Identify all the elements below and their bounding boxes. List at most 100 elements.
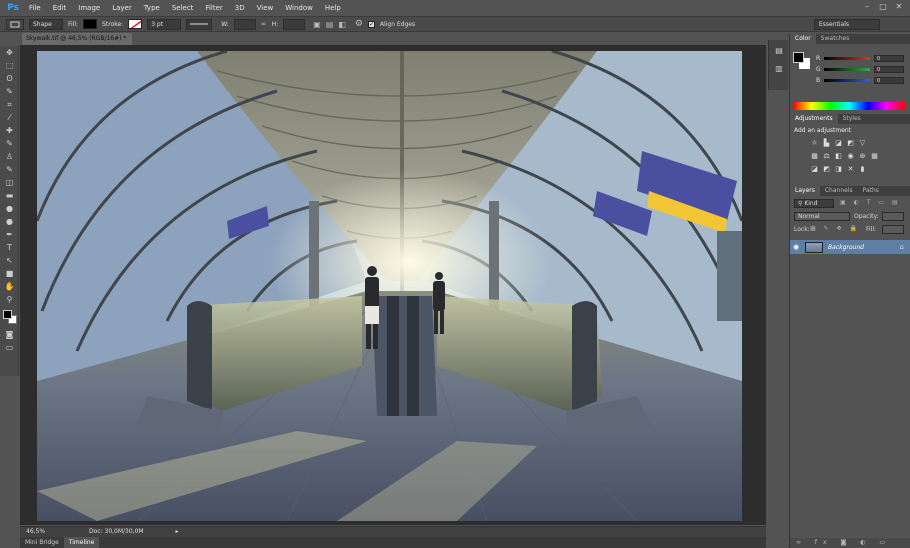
invert-icon[interactable]: ◪ [810,165,819,173]
eye-icon[interactable]: ◉ [790,243,802,251]
align-edges-checkbox[interactable]: ✓ [367,20,375,28]
posterize-icon[interactable]: ◩ [822,165,831,173]
layer-filter-select[interactable]: ⚲ Kind [794,199,834,208]
tool-preset-picker[interactable] [6,18,24,30]
pen-icon[interactable]: ✒ [0,228,19,241]
dodge-icon[interactable]: ● [0,215,19,228]
tab-styles[interactable]: Styles [838,114,866,124]
tab-mini-bridge[interactable]: Mini Bridge [20,537,64,548]
foreground-color-swatch[interactable] [3,310,12,319]
levels-icon[interactable]: ▙ [822,139,831,147]
quick-select-icon[interactable]: ✎ [0,85,19,98]
curves-icon[interactable]: ◪ [834,139,843,147]
height-field[interactable] [283,18,306,30]
gear-icon[interactable]: ⚙ [355,19,363,29]
brush-icon[interactable]: ✎ [0,137,19,150]
color-balance-icon[interactable]: ⚖ [822,152,831,160]
blue-value[interactable]: 0 [874,76,904,84]
stroke-swatch[interactable] [128,19,143,29]
link-icon[interactable]: ∞ [261,20,267,28]
maximize-button[interactable]: □ [876,1,890,13]
menu-layer[interactable]: Layer [106,0,138,16]
exposure-icon[interactable]: ◩ [846,139,855,147]
path-align-icon[interactable]: ▤ [326,20,334,29]
lasso-icon[interactable]: ʘ [0,72,19,85]
minimize-button[interactable]: – [860,1,874,13]
blur-icon[interactable]: ● [0,202,19,215]
panel-fg-swatch[interactable] [793,52,804,63]
photo-filter-icon[interactable]: ◉ [846,152,855,160]
tab-timeline[interactable]: Timeline [63,537,100,548]
channel-mixer-icon[interactable]: ⊛ [858,152,867,160]
blue-slider[interactable] [824,78,870,82]
tab-layers[interactable]: Layers [790,186,820,196]
menu-file[interactable]: File [23,0,47,16]
stroke-type-select[interactable] [186,18,213,30]
zoom-level[interactable]: 46,5% [26,528,45,535]
type-icon[interactable]: T [0,241,19,254]
tab-paths[interactable]: Paths [858,186,884,196]
stroke-width-field[interactable]: 3 pt [147,18,182,30]
menu-select[interactable]: Select [166,0,200,16]
eraser-icon[interactable]: ◫ [0,176,19,189]
menu-3d[interactable]: 3D [229,0,251,16]
menu-type[interactable]: Type [138,0,166,16]
gradient-icon[interactable]: ▬ [0,189,19,202]
gradient-map-icon[interactable]: ▮ [858,165,867,173]
document-tab[interactable]: Skywalk.tif @ 46,5% (RGB/16#) * × [22,33,132,54]
green-value[interactable]: 0 [874,65,904,73]
green-slider[interactable] [824,67,870,71]
menu-image[interactable]: Image [72,0,106,16]
red-value[interactable]: 0 [874,54,904,62]
fill-swatch[interactable] [83,19,98,29]
marquee-icon[interactable]: ⬚ [0,59,19,72]
fill-field[interactable] [882,225,904,234]
menu-help[interactable]: Help [319,0,347,16]
stamp-icon[interactable]: ♙ [0,150,19,163]
width-field[interactable] [233,18,256,30]
quick-mask-icon[interactable]: ◙ [0,328,19,341]
hand-icon[interactable]: ✋ [0,280,19,293]
path-ops-icon[interactable]: ▣ [313,20,321,29]
workspace-select[interactable]: Essentials [814,19,880,30]
doc-info[interactable]: Doc: 30,0M/30,0M [89,528,144,535]
photo-canvas[interactable] [37,51,742,521]
healing-icon[interactable]: ✚ [0,124,19,137]
move-icon[interactable]: ✥ [0,46,19,59]
menu-view[interactable]: View [251,0,280,16]
tab-swatches[interactable]: Swatches [816,34,855,44]
layer-background[interactable]: ◉ Background ⌂ [790,240,910,254]
zoom-icon[interactable]: ⚲ [0,293,19,306]
blend-mode-select[interactable]: Normal [794,212,850,221]
history-brush-icon[interactable]: ✎ [0,163,19,176]
red-slider[interactable] [824,56,870,60]
close-button[interactable]: ✕ [892,1,906,13]
menu-window[interactable]: Window [279,0,319,16]
menu-filter[interactable]: Filter [199,0,228,16]
color-swatches[interactable] [0,308,18,328]
lock-icons[interactable]: ▦ ✎ ✥ 🔒 [810,225,860,232]
tab-color[interactable]: Color [790,34,816,44]
opacity-field[interactable] [882,212,904,221]
layer-name[interactable]: Background [828,244,864,251]
path-arrange-icon[interactable]: ◧ [338,20,346,29]
history-icon[interactable]: ▤ [770,44,788,58]
eyedropper-icon[interactable]: ⁄ [0,111,19,124]
menu-edit[interactable]: Edit [47,0,73,16]
hue-saturation-icon[interactable]: ▦ [810,152,819,160]
status-menu-arrow-icon[interactable]: ▸ [176,528,179,535]
crop-icon[interactable]: ⌗ [0,98,19,111]
selective-color-icon[interactable]: ✕ [846,165,855,173]
black-white-icon[interactable]: ◧ [834,152,843,160]
threshold-icon[interactable]: ◨ [834,165,843,173]
screen-mode-icon[interactable]: ▭ [0,341,19,354]
brightness-icon[interactable]: ☼ [810,139,819,147]
vibrance-icon[interactable]: ▽ [858,139,867,147]
color-spectrum-bar[interactable] [793,102,905,110]
color-lookup-icon[interactable]: ▦ [870,152,879,160]
properties-icon[interactable]: ▥ [770,62,788,76]
tab-channels[interactable]: Channels [820,186,858,196]
tab-adjustments[interactable]: Adjustments [790,114,838,124]
path-select-icon[interactable]: ↖ [0,254,19,267]
shape-icon[interactable]: ■ [0,267,19,280]
